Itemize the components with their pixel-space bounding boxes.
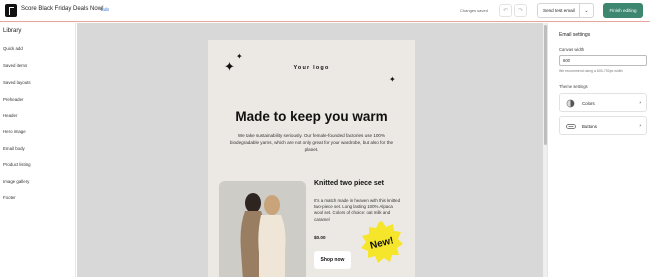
new-badge[interactable]: New! [360,220,404,264]
canvas-width-input[interactable] [559,55,647,66]
chevron-right-icon: › [639,99,641,106]
product-price[interactable]: $0.00 [314,235,326,240]
sparkle-icon: ✦ [236,52,243,61]
shop-now-button[interactable]: Shop now [314,251,351,269]
theme-settings-label: Theme settings [559,84,588,89]
email-preview: ✦ ✦ ✦ Your logo Made to keep you warm We… [208,40,415,277]
sidebar-item-header[interactable]: Header [3,113,17,118]
models-photo [219,181,306,277]
top-bar: Score Black Friday Deals Now! Edit Chang… [0,0,650,22]
email-body-text[interactable]: We take sustainability seriously. Our fe… [224,132,399,153]
sidebar-item-product-listing[interactable]: Product listing [3,162,31,167]
finish-editing-button[interactable]: Finish editing [603,3,643,18]
theme-buttons-label: Buttons [582,123,597,129]
edit-title-link[interactable]: Edit [101,7,109,12]
product-image[interactable] [219,181,306,277]
theme-colors-label: Colors [582,100,595,106]
undo-icon: ↶ [502,8,509,14]
sidebar-item-saved-layouts[interactable]: Saved layouts [3,80,31,85]
sidebar-item-quick-add[interactable]: Quick add [3,46,23,51]
sidebar-item-hero-image[interactable]: Hero image [3,129,26,134]
chevron-down-icon[interactable]: ⌄ [579,4,593,17]
library-heading: Library [3,28,22,34]
save-status: Changes saved [460,8,488,13]
chevron-right-icon: › [639,122,641,129]
sidebar-item-preheader[interactable]: Preheader [3,97,24,102]
theme-colors-row[interactable]: Colors › [559,93,647,112]
email-title: Score Black Friday Deals Now! [21,6,104,12]
redo-button[interactable]: ↷ [514,4,527,17]
sidebar-item-footer[interactable]: Footer [3,195,16,200]
canvas-width-hint: We recommend using a 600-700px width [559,69,623,73]
canvas-width-label: Canvas width [559,47,585,52]
buttons-icon [566,124,576,129]
app-logo-icon [5,4,17,17]
send-test-email-button[interactable]: Send test email ⌄ [537,3,594,18]
theme-buttons-row[interactable]: Buttons › [559,116,647,135]
email-logo[interactable]: Your logo [208,65,415,71]
product-title[interactable]: Knitted two piece set [314,180,384,187]
redo-icon: ↷ [517,8,524,14]
sidebar-item-image-gallery[interactable]: Image gallery [3,179,29,184]
email-settings-heading: Email settings [559,32,591,38]
undo-button[interactable]: ↶ [499,4,512,17]
sidebar-item-email-body[interactable]: Email body [3,146,25,151]
sidebar-item-saved-items[interactable]: Saved items [3,63,27,68]
sparkle-icon: ✦ [389,75,396,84]
colors-icon [566,99,575,108]
library-sidebar: Library Quick add Saved items Saved layo… [0,23,76,277]
send-test-email-label: Send test email [543,8,575,13]
email-headline[interactable]: Made to keep you warm [208,109,415,124]
email-settings-panel: Email settings Canvas width We recommend… [547,23,650,277]
